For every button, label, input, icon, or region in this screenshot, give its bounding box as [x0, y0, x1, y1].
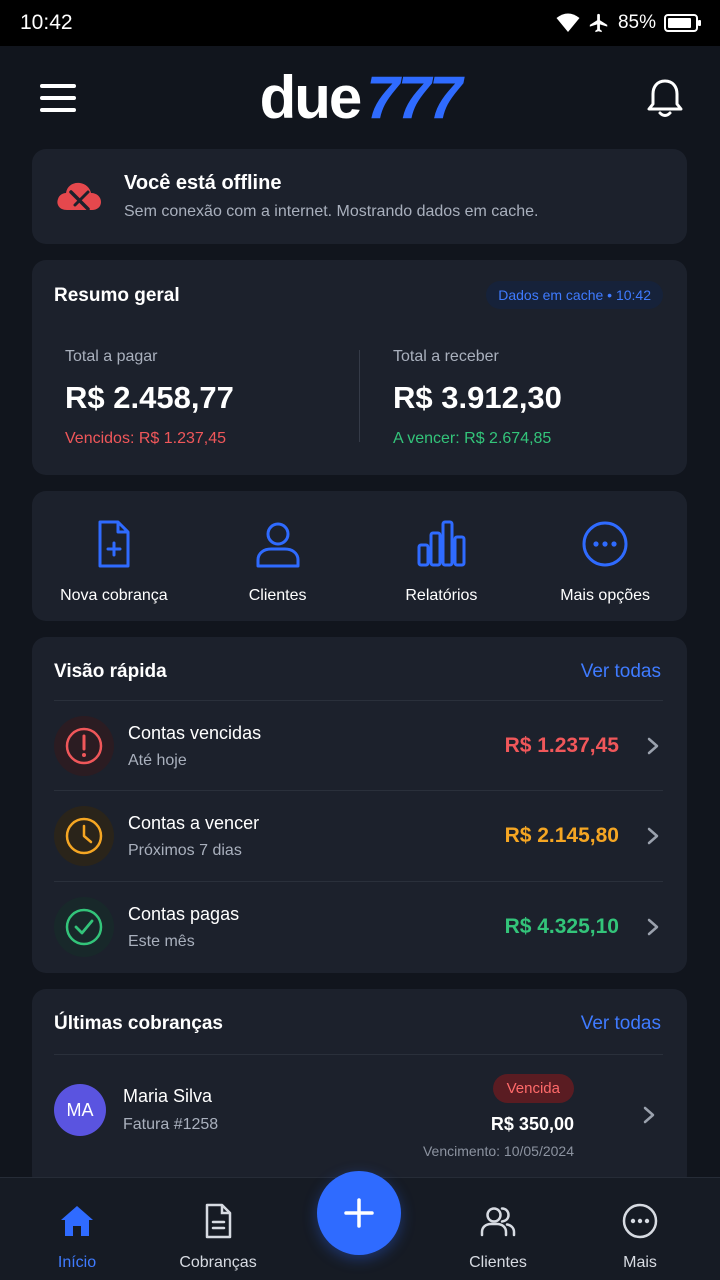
action-label: Clientes [248, 587, 307, 604]
total-pay[interactable]: Total a pagar R$ 2.458,77 Vencidos: R$ 1… [65, 348, 234, 448]
pay-note: Vencidos: R$ 1.237,45 [65, 430, 227, 447]
app-header: due 777 [0, 46, 720, 150]
avatar: MA [54, 1084, 106, 1136]
app-logo: due 777 [259, 64, 463, 131]
quick-row-title: Contas a vencer [128, 812, 260, 833]
check-icon [54, 897, 114, 957]
action-label: Nova cobrança [60, 587, 168, 604]
receive-label: Total a receber [393, 348, 499, 365]
quick-row-subtitle: Este mês [128, 932, 195, 950]
status-badge: Vencida [492, 1074, 574, 1103]
invoice-row[interactable]: MA Maria Silva Fatura #1258 Vencida R$ 3… [54, 1054, 663, 1174]
summary-title: Resumo geral [54, 285, 180, 306]
summary-card: Resumo geral Dados em cache • 10:42 Tota… [32, 260, 687, 475]
recent-invoices-card: Últimas cobranças Ver todas MA Maria Sil… [32, 989, 687, 1189]
receive-note: A vencer: R$ 2.674,85 [393, 430, 552, 447]
pay-value: R$ 2.458,77 [65, 380, 234, 415]
invoice-due-date: Vencimento: 10/05/2024 [422, 1143, 574, 1159]
bell-icon[interactable] [646, 77, 684, 119]
wifi-icon [556, 13, 580, 32]
action-reports[interactable]: Relatórios [360, 491, 524, 621]
quick-view-card: Visão rápida Ver todas Contas vencidas A… [32, 637, 687, 973]
battery-percent: 85% [617, 12, 656, 33]
cloud-offline-icon [57, 182, 101, 211]
nav-clients[interactable]: Clientes [438, 1178, 558, 1272]
action-clients[interactable]: Clientes [196, 491, 360, 621]
cache-badge: Dados em cache • 10:42 [486, 281, 663, 309]
quick-row-amount: R$ 2.145,80 [504, 824, 619, 847]
chevron-right-icon [647, 737, 659, 755]
status-bar: 10:42 85% [0, 0, 720, 46]
alert-icon [54, 716, 114, 776]
action-label: Mais opções [560, 587, 651, 604]
offline-subtitle: Sem conexão com a internet. Mostrando da… [124, 203, 539, 220]
status-time: 10:42 [20, 11, 73, 34]
nav-more[interactable]: Mais [580, 1178, 700, 1272]
quick-view-see-all[interactable]: Ver todas [581, 661, 661, 683]
invoice-number: Fatura #1258 [123, 1116, 219, 1133]
quick-row-subtitle: Próximos 7 dias [128, 841, 242, 859]
clock-icon [54, 806, 114, 866]
quick-row-amount: R$ 1.237,45 [504, 734, 619, 757]
bar-chart-icon [417, 520, 466, 567]
nav-label: Início [57, 1254, 97, 1271]
add-button[interactable] [317, 1171, 401, 1255]
menu-icon[interactable] [40, 84, 76, 112]
chevron-right-icon [647, 827, 659, 845]
quick-actions: Nova cobrança Clientes Relatórios Mais o… [32, 491, 687, 621]
users-icon [480, 1207, 516, 1237]
nav-label: Cobranças [179, 1254, 257, 1271]
document-icon [205, 1203, 232, 1239]
summary-divider [359, 350, 360, 442]
nav-home[interactable]: Início [17, 1178, 137, 1272]
client-name: Maria Silva [123, 1086, 213, 1106]
plus-icon [344, 1198, 374, 1228]
pay-label: Total a pagar [65, 348, 158, 365]
offline-title: Você está offline [124, 172, 282, 194]
quick-row-title: Contas vencidas [128, 722, 262, 743]
nav-label: Mais [623, 1254, 657, 1271]
home-icon [61, 1206, 93, 1236]
more-icon [582, 521, 628, 567]
action-label: Relatórios [405, 587, 478, 604]
quick-row-title: Contas pagas [128, 903, 240, 924]
recent-see-all[interactable]: Ver todas [581, 1013, 661, 1035]
offline-banner: Você está offline Sem conexão com a inte… [32, 149, 687, 244]
quick-row-upcoming[interactable]: Contas a vencer Próximos 7 dias R$ 2.145… [54, 790, 663, 881]
nav-label: Clientes [469, 1254, 527, 1271]
quick-row-overdue[interactable]: Contas vencidas Até hoje R$ 1.237,45 [54, 700, 663, 791]
quick-view-title: Visão rápida [54, 661, 167, 682]
battery-icon [664, 14, 701, 32]
nav-invoices[interactable]: Cobranças [158, 1178, 278, 1272]
user-icon [256, 522, 300, 568]
action-more[interactable]: Mais opções [523, 491, 687, 621]
airplane-icon [589, 13, 608, 33]
quick-row-subtitle: Até hoje [128, 751, 187, 769]
action-new-invoice[interactable]: Nova cobrança [32, 491, 196, 621]
chevron-right-icon [643, 1106, 655, 1124]
quick-row-amount: R$ 4.325,10 [504, 915, 619, 938]
chevron-right-icon [647, 918, 659, 936]
invoice-amount: R$ 350,00 [490, 1114, 574, 1134]
quick-row-paid[interactable]: Contas pagas Este mês R$ 4.325,10 [54, 881, 663, 972]
recent-title: Últimas cobranças [54, 1013, 223, 1034]
more-icon [622, 1203, 658, 1239]
status-icons: 85% [556, 12, 702, 34]
new-invoice-icon [98, 520, 130, 568]
receive-value: R$ 3.912,30 [393, 380, 562, 415]
total-receive[interactable]: Total a receber R$ 3.912,30 A vencer: R$… [393, 348, 562, 448]
